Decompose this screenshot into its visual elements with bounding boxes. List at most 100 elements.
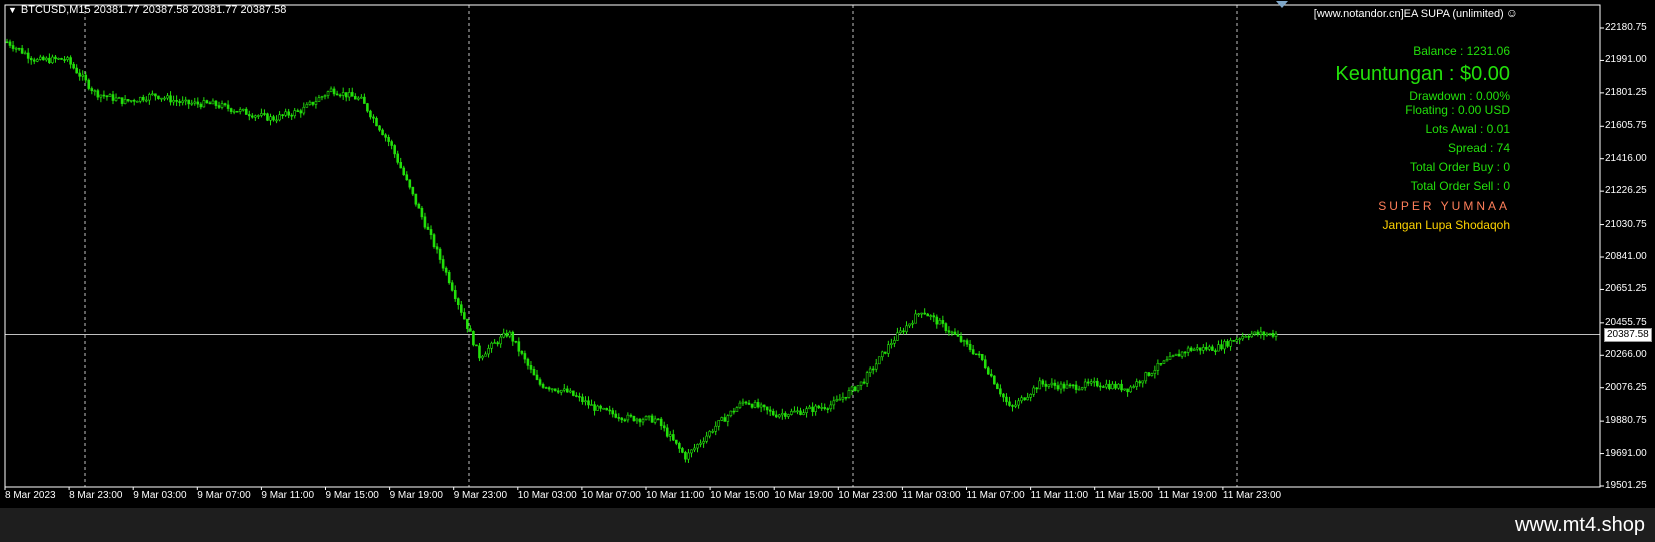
price-tick-label: 21416.00 (1605, 152, 1647, 164)
candle-body (244, 108, 248, 115)
current-price-label: 20387.58 (1604, 327, 1652, 342)
candle-body (381, 129, 384, 136)
candle-body (990, 373, 993, 377)
candle-body (729, 410, 733, 417)
candle-body (559, 389, 563, 393)
candle-body (1111, 383, 1114, 390)
candle-body (90, 88, 94, 92)
candle-body (1117, 383, 1120, 389)
candle-body (456, 298, 460, 306)
candle-body (1211, 346, 1214, 351)
candle-body (169, 95, 172, 103)
candle-body (1108, 383, 1111, 390)
candle-body (60, 57, 63, 60)
candle-body (1183, 351, 1187, 354)
candle-body (66, 57, 69, 60)
candle-body (726, 415, 730, 422)
candle-body (1032, 387, 1036, 395)
chart-shift-marker[interactable] (1276, 1, 1288, 8)
price-tick-label: 21030.75 (1605, 218, 1647, 230)
candle-body (232, 110, 236, 113)
candle-body (581, 396, 584, 403)
candle-body (429, 229, 433, 235)
candle-body (714, 425, 718, 432)
candle-body (399, 162, 403, 169)
candle-body (1092, 380, 1096, 383)
candle-body (614, 413, 618, 418)
candle-body (84, 74, 88, 81)
candle-body (1135, 381, 1138, 387)
candle-body (1180, 351, 1184, 357)
candle-body (620, 417, 624, 421)
candle-body (750, 404, 754, 408)
candle-body (1068, 384, 1072, 387)
candle-body (547, 387, 551, 390)
candle-body (1174, 353, 1178, 356)
candle-body (762, 404, 766, 408)
candle-body (366, 103, 369, 112)
candle-body (1102, 386, 1105, 388)
candle-body (287, 111, 290, 116)
candle-body (814, 405, 817, 412)
candle-body (756, 402, 760, 408)
candle-body (466, 318, 469, 329)
candle-body (263, 113, 266, 115)
dropdown-triangle-icon[interactable]: ▼ (8, 5, 17, 15)
candle-body (223, 103, 227, 106)
candle-body (823, 407, 827, 409)
candle-body (1120, 383, 1123, 391)
candle-body (338, 94, 342, 97)
candle-body (1041, 380, 1045, 385)
candle-body (1259, 331, 1263, 335)
candle-body (1014, 404, 1017, 407)
candle-body (920, 312, 923, 315)
candle-body (293, 110, 297, 117)
candle-body (517, 341, 521, 352)
candle-body (1071, 384, 1075, 387)
candle-body (538, 379, 542, 385)
candle-body (308, 101, 312, 105)
candle-body (693, 447, 696, 451)
candle-body (184, 99, 187, 102)
drawdown-label: Drawdown : 0.00% (1409, 89, 1510, 103)
candle-body (1195, 347, 1199, 350)
price-tick-label: 19880.75 (1605, 415, 1647, 427)
chart-window[interactable]: ▼ BTCUSD,M15 20381.77 20387.58 20381.77 2… (0, 0, 1655, 508)
candle-body (629, 414, 633, 417)
candle-body (478, 345, 481, 359)
lots-label: Lots Awal : 0.01 (1425, 122, 1510, 136)
candle-body (980, 354, 984, 361)
candle-body (78, 72, 81, 77)
candle-body (1062, 383, 1066, 389)
candle-body (93, 90, 97, 92)
candle-body (299, 110, 303, 114)
candle-body (950, 331, 954, 334)
candle-body (1132, 386, 1135, 388)
candle-body (254, 115, 257, 118)
candle-body (450, 282, 454, 291)
watermark-text: www.mt4.shop (1514, 514, 1645, 536)
time-tick-label: 11 Mar 23:00 (1222, 490, 1282, 501)
mt4-app: ▼ BTCUSD,M15 20381.77 20387.58 20381.77 2… (0, 0, 1655, 542)
candle-body (941, 320, 945, 324)
candle-body (472, 331, 475, 346)
candle-body (23, 52, 27, 55)
candle-body (623, 419, 627, 422)
candle-body (717, 420, 721, 427)
candle-body (39, 56, 42, 60)
candle-body (611, 410, 615, 415)
candle-body (1008, 401, 1011, 406)
candle-body (17, 47, 21, 50)
ea-title-text: [www.notandor.cn]EA SUPA (unlimited) (1313, 8, 1504, 20)
candle-body (832, 400, 836, 406)
candle-body (902, 330, 905, 333)
candle-body (596, 405, 599, 411)
candle-body (541, 384, 545, 388)
time-tick-label: 9 Mar 07:00 (197, 490, 251, 501)
candle-body (1050, 382, 1054, 386)
time-tick-label: 10 Mar 23:00 (838, 490, 898, 501)
candle-body (423, 216, 427, 228)
candle-body (1156, 362, 1160, 371)
candle-body (917, 313, 920, 316)
candle-body (735, 407, 739, 412)
